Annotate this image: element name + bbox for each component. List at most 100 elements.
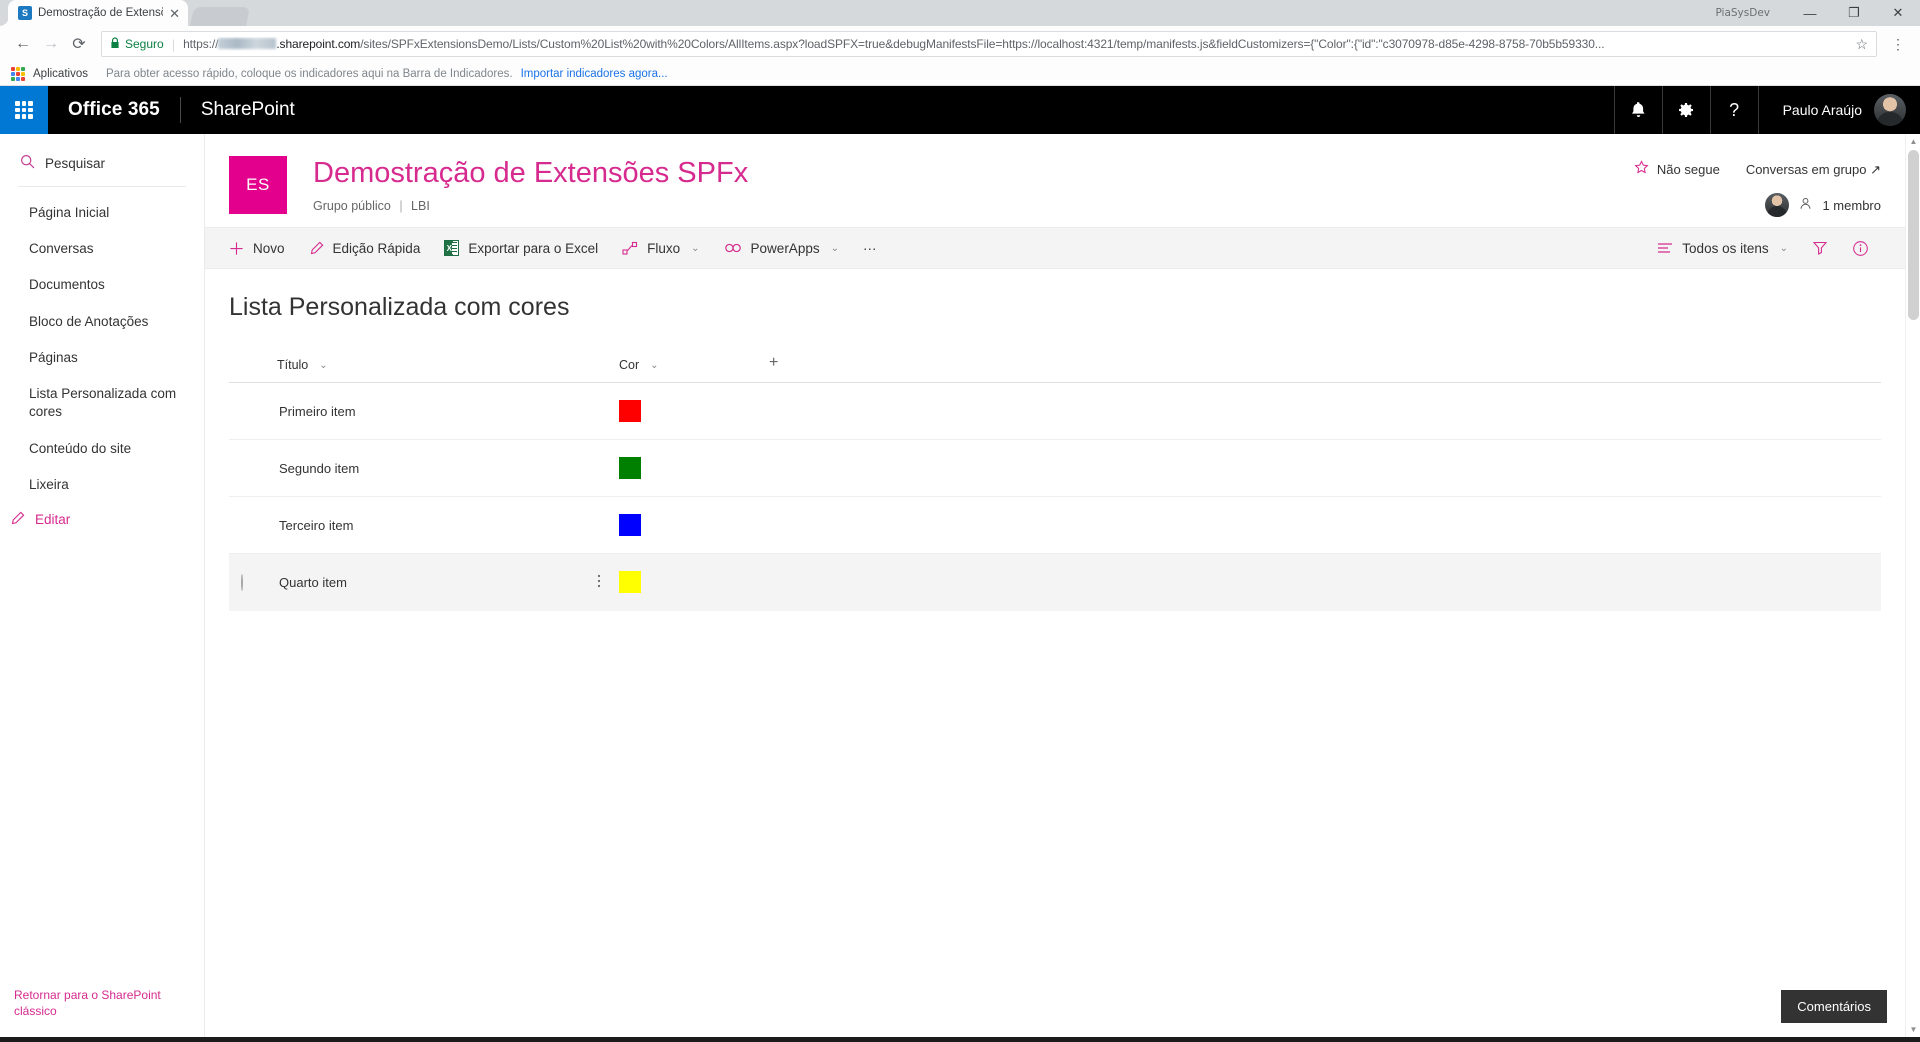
row-kebab-cell[interactable] [597,554,619,611]
row-title-cell[interactable]: Primeiro item [277,383,597,440]
edit-navigation-button[interactable]: Editar [0,503,204,537]
bookmark-star-icon[interactable]: ☆ [1855,36,1868,53]
sidebar-item-home[interactable]: Página Inicial [0,195,204,231]
powerapps-button[interactable]: PowerApps ⌄ [712,227,851,269]
row-title-cell[interactable]: Quarto item [277,554,597,611]
follow-label: Não segue [1656,162,1720,177]
app-name-sharepoint[interactable]: SharePoint [181,86,315,134]
new-tab-button[interactable] [189,7,251,26]
page-body: Pesquisar Página Inicial Conversas Docum… [0,134,1920,1037]
apps-bookmark-label[interactable]: Aplicativos [33,68,88,80]
star-icon [1634,160,1649,179]
back-icon[interactable]: ← [9,30,37,58]
new-button[interactable]: Novo [229,227,297,269]
sidebar-item-recycle-bin[interactable]: Lixeira [0,467,204,503]
table-row[interactable]: Quarto item [229,553,1881,611]
site-meta: Demostração de Extensões SPFx Grupo públ… [313,156,748,213]
sidebar-item-pages[interactable]: Páginas [0,340,204,376]
reload-icon[interactable]: ⟳ [65,30,93,58]
help-icon[interactable]: ? [1709,86,1758,134]
sidebar-item-notebook[interactable]: Bloco de Anotações [0,304,204,340]
comments-button[interactable]: Comentários [1781,990,1887,1023]
settings-gear-icon[interactable] [1661,86,1710,134]
select-all-header[interactable] [229,350,277,383]
export-to-excel-button[interactable]: X Exportar para o Excel [432,227,610,269]
member-avatar [1765,193,1790,217]
row-select-cell[interactable] [229,383,277,440]
row-filler-cell [769,383,809,440]
page-scrollbar[interactable]: ▲ ▼ [1905,134,1920,1037]
office365-suite-bar: Office 365 SharePoint ? Paulo Araújo [0,86,1920,134]
row-filler-cell-2 [809,383,1881,440]
column-header-color[interactable]: Cor ⌄ [619,350,769,383]
members-row[interactable]: 1 membro [1765,193,1881,217]
column-header-title[interactable]: Título ⌄ [277,350,597,383]
more-options-icon[interactable] [597,574,601,593]
color-swatch [619,400,641,422]
office365-brand[interactable]: Office 365 [48,86,180,134]
edit-label: Editar [35,512,71,528]
apps-grid-icon[interactable] [11,67,25,81]
row-color-cell [619,497,769,554]
sidebar-item-custom-list[interactable]: Lista Personalizada com cores [0,376,204,430]
site-subtitle: Grupo público | LBI [313,199,748,213]
close-window-icon[interactable]: ✕ [1876,0,1920,26]
excel-icon: X [444,240,460,256]
scroll-down-icon[interactable]: ▼ [1906,1022,1920,1037]
members-count-label: 1 membro [1822,197,1881,213]
new-label: Novo [253,240,285,256]
browser-menu-icon[interactable]: ⋮ [1885,36,1911,53]
address-bar[interactable]: Seguro | https:// .sharepoint.com/sites/S… [101,31,1877,57]
url-domain: .sharepoint.com [276,37,361,51]
search-input[interactable]: Pesquisar [0,144,204,182]
avatar [1874,94,1906,126]
notifications-bell-icon[interactable] [1613,86,1662,134]
sidebar-item-documents[interactable]: Documentos [0,267,204,303]
follow-button[interactable]: Não segue [1634,160,1720,179]
return-classic-sharepoint-link[interactable]: Retornar para o SharePoint clássico [0,987,204,1037]
table-row[interactable]: Terceiro item [229,497,1881,554]
browser-tab[interactable]: S Demostração de Extensõe ✕ [8,0,188,26]
list-view-icon [1657,242,1673,254]
quick-edit-label: Edição Rápida [332,240,421,256]
group-conversations-link[interactable]: Conversas em grupo ↗ [1746,162,1881,178]
details-info-button[interactable] [1840,227,1881,269]
flow-icon [622,241,638,256]
color-swatch [619,571,641,593]
list-title: Lista Personalizada com cores [229,293,570,321]
waffle-icon [15,101,33,119]
row-select-cell[interactable] [229,440,277,497]
sidebar-item-conversations[interactable]: Conversas [0,231,204,267]
bookmarks-bar: Aplicativos Para obter acesso rápido, co… [0,63,1920,86]
import-bookmarks-link[interactable]: Importar indicadores agora... [521,68,668,80]
sidebar-item-site-contents[interactable]: Conteúdo do site [0,431,204,467]
scroll-up-icon[interactable]: ▲ [1906,134,1920,149]
row-select-cell[interactable] [229,554,277,611]
forward-icon[interactable]: → [37,30,65,58]
row-select-cell[interactable] [229,497,277,554]
view-selector-button[interactable]: Todos os itens ⌄ [1645,227,1800,269]
windows-watermark: PiaSysDev [1715,7,1770,19]
row-title-cell[interactable]: Terceiro item [277,497,597,554]
maximize-window-icon[interactable]: ❐ [1832,0,1876,26]
close-tab-icon[interactable]: ✕ [169,7,180,20]
taskbar [0,1037,1920,1042]
column-color-label: Cor [619,358,640,372]
user-account-menu[interactable]: Paulo Araújo [1757,86,1920,134]
list-area: Lista Personalizada com cores Título ⌄ C… [205,269,1905,1037]
row-title-cell[interactable]: Segundo item [277,440,597,497]
table-row[interactable]: Primeiro item [229,383,1881,440]
quick-edit-button[interactable]: Edição Rápida [297,227,433,269]
table-row[interactable]: Segundo item [229,440,1881,497]
filter-button[interactable] [1800,227,1840,269]
chevron-down-icon: ⌄ [691,242,700,254]
nav-divider [18,186,186,187]
add-column-button[interactable]: + [769,350,809,383]
row-checkbox[interactable] [241,573,243,591]
group-type-label: Grupo público [313,198,391,213]
overflow-menu-button[interactable]: ··· [851,227,889,269]
flow-button[interactable]: Fluxo ⌄ [610,227,711,269]
app-launcher-button[interactable] [0,86,48,134]
minimize-window-icon[interactable]: — [1788,0,1832,26]
scrollbar-thumb[interactable] [1908,150,1919,320]
